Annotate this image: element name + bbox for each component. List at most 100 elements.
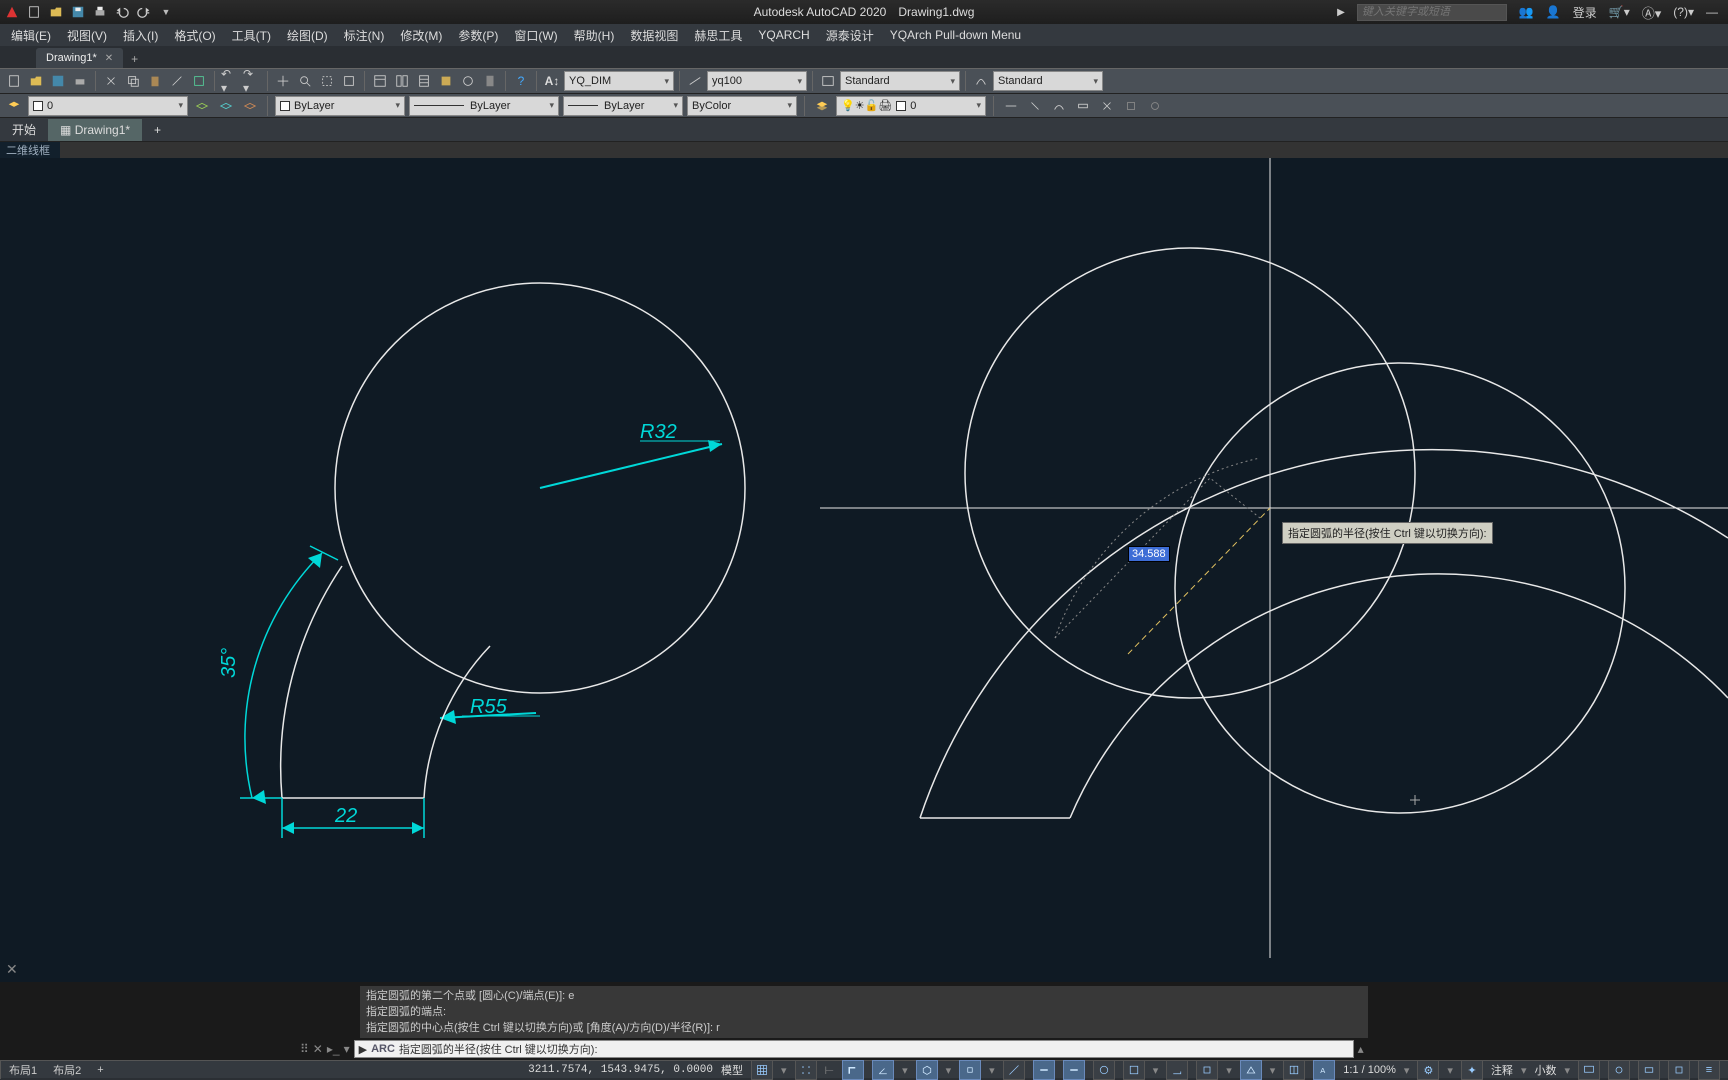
arrow-icon[interactable]: ▶ bbox=[1337, 7, 1345, 18]
annot-label[interactable]: 注释 bbox=[1491, 1062, 1513, 1078]
text-style-drop[interactable]: YQ_DIM bbox=[564, 71, 674, 91]
file-tab[interactable]: Drawing1* ✕ bbox=[36, 48, 123, 68]
osnap-btn[interactable] bbox=[959, 1060, 981, 1080]
command-input[interactable]: ▶ ARC 指定圆弧的半径(按住 Ctrl 键以切换方向): bbox=[354, 1040, 1354, 1058]
layerstate-drop[interactable]: 💡 ☀ 🔓 🖨 0 bbox=[836, 96, 986, 116]
pan-btn[interactable] bbox=[273, 71, 293, 91]
help-btn[interactable]: ? bbox=[511, 71, 531, 91]
menu-yqpd[interactable]: YQArch Pull-down Menu bbox=[883, 26, 1028, 44]
undo-btn[interactable]: ↶ ▾ bbox=[220, 71, 240, 91]
match-btn[interactable] bbox=[167, 71, 187, 91]
mod-5[interactable] bbox=[1097, 96, 1117, 116]
paste-btn[interactable] bbox=[145, 71, 165, 91]
cut-btn[interactable] bbox=[101, 71, 121, 91]
menu-format[interactable]: 格式(O) bbox=[167, 25, 222, 46]
menu-param[interactable]: 参数(P) bbox=[451, 25, 505, 46]
sheet-layout2[interactable]: 布局2 bbox=[45, 1061, 89, 1079]
mod-2[interactable] bbox=[1025, 96, 1045, 116]
menu-yqarch[interactable]: YQARCH bbox=[751, 26, 816, 44]
new-btn[interactable] bbox=[4, 71, 24, 91]
layerstate-icon[interactable] bbox=[812, 96, 832, 116]
sheet-add[interactable]: + bbox=[89, 1063, 111, 1077]
custom-icon[interactable]: ≡ bbox=[1698, 1060, 1720, 1080]
ann-btn[interactable] bbox=[1240, 1060, 1262, 1080]
cmd-chevron-icon[interactable]: ▸_ bbox=[327, 1042, 340, 1056]
plotstyle-drop[interactable]: ByColor bbox=[687, 96, 797, 116]
visual-style-label[interactable]: 二维线框 bbox=[0, 142, 60, 158]
cmd-expand-icon[interactable]: ▴ bbox=[1358, 1042, 1364, 1056]
menu-draw[interactable]: 绘图(D) bbox=[280, 25, 335, 46]
linetype-drop[interactable]: ByLayer bbox=[409, 96, 559, 116]
zoomwin-btn[interactable] bbox=[317, 71, 337, 91]
plot-btn[interactable] bbox=[70, 71, 90, 91]
menu-tools[interactable]: 工具(T) bbox=[225, 25, 278, 46]
cmd-handle-icon[interactable]: ⠿ bbox=[300, 1042, 309, 1056]
menu-data[interactable]: 数据视图 bbox=[623, 25, 685, 46]
decimal-label[interactable]: 小数 bbox=[1534, 1062, 1556, 1078]
grid-btn[interactable] bbox=[751, 1060, 773, 1080]
polar-btn[interactable] bbox=[872, 1060, 894, 1080]
textstyle-icon[interactable]: A↕ bbox=[542, 71, 562, 91]
layer-tool-2[interactable] bbox=[216, 96, 236, 116]
menu-insert[interactable]: 插入(I) bbox=[116, 25, 165, 46]
scale-readout[interactable]: 1:1 / 100% bbox=[1343, 1064, 1396, 1076]
mlstyle-icon[interactable] bbox=[971, 71, 991, 91]
login-label[interactable]: 登录 bbox=[1573, 4, 1597, 21]
menu-view[interactable]: 视图(V) bbox=[60, 25, 114, 46]
dc-btn[interactable] bbox=[392, 71, 412, 91]
open-icon[interactable] bbox=[48, 4, 64, 20]
ann-scale-btn[interactable]: A bbox=[1313, 1060, 1335, 1080]
ann-label-btn[interactable]: ✦ bbox=[1461, 1060, 1483, 1080]
ssm-btn[interactable] bbox=[436, 71, 456, 91]
mod-7[interactable] bbox=[1145, 96, 1165, 116]
menu-dim[interactable]: 标注(N) bbox=[337, 25, 392, 46]
redo-icon[interactable] bbox=[136, 4, 152, 20]
iso-btn[interactable] bbox=[916, 1060, 938, 1080]
start-tab[interactable]: 开始 bbox=[0, 117, 48, 142]
help-icon[interactable]: (?)▾ bbox=[1673, 5, 1694, 19]
redo-btn[interactable]: ↷ ▾ bbox=[242, 71, 262, 91]
layer-drop[interactable]: 0 bbox=[28, 96, 188, 116]
block-btn[interactable] bbox=[189, 71, 209, 91]
lineweight-drop[interactable]: ByLayer bbox=[563, 96, 683, 116]
model-space[interactable]: 模型 bbox=[721, 1062, 743, 1078]
menu-modify[interactable]: 修改(M) bbox=[393, 25, 449, 46]
cmd-close-icon[interactable]: ✕ bbox=[313, 1042, 323, 1056]
signin-icon[interactable]: 👥 bbox=[1519, 5, 1534, 19]
hwaccel-icon[interactable] bbox=[1638, 1060, 1660, 1080]
otrack-btn[interactable] bbox=[1003, 1060, 1025, 1080]
zoom-btn[interactable] bbox=[295, 71, 315, 91]
new-tab-button[interactable]: + bbox=[123, 50, 146, 68]
save-icon[interactable] bbox=[70, 4, 86, 20]
mod-6[interactable] bbox=[1121, 96, 1141, 116]
search-input[interactable] bbox=[1357, 4, 1507, 21]
qp-btn[interactable] bbox=[1123, 1060, 1145, 1080]
copy-btn[interactable] bbox=[123, 71, 143, 91]
isolate-icon[interactable] bbox=[1608, 1060, 1630, 1080]
menu-yt[interactable]: 源泰设计 bbox=[819, 25, 881, 46]
cycle-btn[interactable] bbox=[1196, 1060, 1218, 1080]
ws-btn[interactable] bbox=[1283, 1060, 1305, 1080]
color-drop[interactable]: ByLayer bbox=[275, 96, 405, 116]
zoomprev-btn[interactable] bbox=[339, 71, 359, 91]
snap-btn[interactable] bbox=[795, 1060, 817, 1080]
new-icon[interactable] bbox=[26, 4, 42, 20]
mod-3[interactable] bbox=[1049, 96, 1069, 116]
close-icon[interactable]: ✕ bbox=[105, 53, 113, 64]
calc-btn[interactable] bbox=[480, 71, 500, 91]
props-btn[interactable] bbox=[370, 71, 390, 91]
cart-icon[interactable]: 🛒▾ bbox=[1609, 5, 1630, 19]
user-icon[interactable]: 👤 bbox=[1546, 5, 1561, 19]
gear-icon[interactable]: ⚙ bbox=[1417, 1060, 1439, 1080]
sheet-layout1[interactable]: 布局1 bbox=[0, 1061, 45, 1079]
exchange-icon[interactable]: Ⓐ▾ bbox=[1642, 3, 1662, 22]
mod-4[interactable] bbox=[1073, 96, 1093, 116]
drawing-canvas[interactable]: R32 R55 35° 22 bbox=[0, 158, 1728, 982]
save-btn[interactable] bbox=[48, 71, 68, 91]
add-tab[interactable]: + bbox=[142, 119, 173, 141]
dynamic-input[interactable]: 34.588 bbox=[1128, 546, 1170, 562]
minimize-icon[interactable]: — bbox=[1706, 5, 1718, 19]
tpy-btn[interactable] bbox=[1093, 1060, 1115, 1080]
table-style-drop[interactable]: Standard bbox=[840, 71, 960, 91]
print-icon[interactable] bbox=[92, 4, 108, 20]
